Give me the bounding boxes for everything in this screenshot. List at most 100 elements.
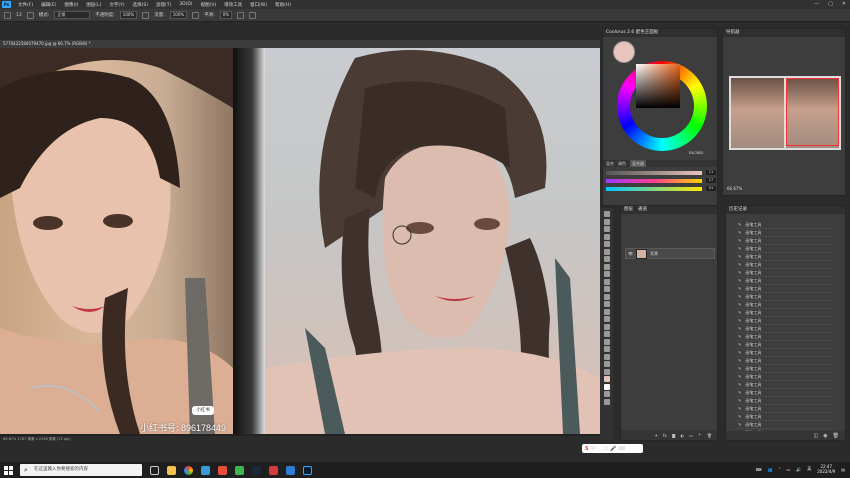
keyboard-icon[interactable]: ⌨ <box>618 446 625 452</box>
rectangle-tool-icon[interactable] <box>603 346 610 352</box>
history-item[interactable]: ✎画笔工具 <box>736 373 834 381</box>
path-selection-tool-icon[interactable] <box>603 338 610 345</box>
menu-plugins[interactable]: 增效工具 <box>220 2 246 8</box>
navigator-view-frame[interactable] <box>786 78 839 146</box>
history-item[interactable]: ✎画笔工具 <box>736 245 834 253</box>
zoom-tool-icon[interactable] <box>603 361 610 367</box>
history-item[interactable]: ✎画笔工具 <box>736 317 834 325</box>
menu-image[interactable]: 图像(I) <box>60 2 82 8</box>
ime-mode[interactable]: 中 <box>591 445 596 452</box>
brush-tool-icon[interactable] <box>603 271 610 277</box>
crop-tool-icon[interactable] <box>603 241 610 247</box>
camera-icon[interactable]: ◉ <box>823 433 827 439</box>
tab-mixer[interactable]: 混合器 <box>630 160 646 167</box>
history-item[interactable]: ✎画笔工具 <box>736 253 834 261</box>
history-item[interactable]: ✎画笔工具 <box>736 261 834 269</box>
notification-icon[interactable]: ▤ <box>841 467 845 472</box>
new-layer-icon[interactable]: ＋ <box>698 432 702 438</box>
brush-tool-preset-icon[interactable] <box>4 11 11 19</box>
history-item[interactable]: ✎画笔工具 <box>736 325 834 333</box>
history-item[interactable]: ✎画笔工具 <box>736 229 834 237</box>
wechat-icon[interactable] <box>235 465 244 475</box>
menu-type[interactable]: 文字(Y) <box>105 2 128 8</box>
airbrush-icon[interactable] <box>192 11 200 19</box>
pen-tool-icon[interactable] <box>603 323 610 330</box>
magic-wand-tool-icon[interactable] <box>603 233 610 240</box>
language-indicator[interactable]: 英 <box>807 466 811 472</box>
slider-3-value[interactable]: 51 <box>706 186 716 191</box>
menu-edit[interactable]: 编辑(E) <box>37 2 60 8</box>
minimize-button[interactable]: — <box>814 1 819 7</box>
history-item[interactable]: ✎画笔工具 <box>736 293 834 301</box>
chrome-icon[interactable] <box>184 465 193 475</box>
opacity-field[interactable]: 100% <box>119 11 138 19</box>
history-item[interactable]: ✎画笔工具 <box>736 421 834 429</box>
fx-icon[interactable]: fx <box>663 433 667 438</box>
mask-icon[interactable]: ◙ <box>672 433 676 438</box>
maximize-button[interactable]: ▢ <box>828 1 833 7</box>
app-icon-1[interactable] <box>201 465 210 475</box>
move-tool-icon[interactable] <box>603 211 610 217</box>
navigator-zoom[interactable]: 66.67% <box>727 186 742 191</box>
history-item[interactable]: ✎画笔工具 <box>736 277 834 285</box>
symmetry-icon[interactable] <box>249 11 257 19</box>
history-item[interactable]: ✎画笔工具 <box>736 221 834 229</box>
task-view-icon[interactable] <box>150 465 159 475</box>
pressure-opacity-icon[interactable] <box>142 11 150 19</box>
flow-field[interactable]: 100% <box>169 11 188 19</box>
clone-stamp-tool-icon[interactable] <box>603 278 610 285</box>
history-item[interactable]: ✎画笔工具 <box>736 349 834 357</box>
photoshop-taskbar-icon[interactable] <box>303 465 312 475</box>
windows-start-icon[interactable] <box>4 465 13 475</box>
slider-1-value[interactable]: 11 <box>706 170 716 175</box>
menu-3d[interactable]: 3D(D) <box>175 2 196 7</box>
smooth-field[interactable]: 0% <box>219 11 233 19</box>
keyboard-tray-icon[interactable]: ⌨ <box>756 467 762 472</box>
chevron-up-icon[interactable]: ˄ <box>778 467 780 472</box>
adjustment-icon[interactable]: ◐ <box>681 433 685 438</box>
blur-tool-icon[interactable] <box>603 308 610 315</box>
hand-tool-icon[interactable] <box>603 353 610 360</box>
link-icon[interactable]: ⚭ <box>655 433 658 438</box>
app-icon-3[interactable] <box>269 465 278 475</box>
app-icon-2[interactable] <box>218 465 227 475</box>
mic-icon[interactable]: 🎤 <box>610 446 616 452</box>
gear-icon[interactable] <box>237 11 245 19</box>
clock[interactable]: 22:47 2022/4/9 <box>817 464 835 474</box>
slider-2[interactable] <box>606 179 702 183</box>
mode-select[interactable]: 正常 <box>54 11 91 19</box>
canvas-area[interactable]: 小红书 小红书号: 896178449 <box>0 48 600 440</box>
menu-help[interactable]: 帮助(H) <box>271 2 295 8</box>
history-item[interactable]: ✎画笔工具 <box>736 341 834 349</box>
eye-icon[interactable]: 👁 <box>628 251 633 256</box>
slider-3[interactable] <box>606 187 702 191</box>
layer-row[interactable]: 👁 背景 <box>625 248 715 259</box>
history-item[interactable]: ✎画笔工具 <box>736 389 834 397</box>
ime-toolbar[interactable]: S 中 ·, ☺ 🎤 ⌨ <box>582 444 643 453</box>
history-item[interactable]: ✎画笔工具 <box>736 269 834 277</box>
menu-select[interactable]: 选择(S) <box>129 2 152 8</box>
slider-2-value[interactable]: 17 <box>706 178 716 183</box>
slider-1[interactable] <box>606 171 702 175</box>
menu-window[interactable]: 窗口(W) <box>246 2 271 8</box>
menu-filter[interactable]: 滤镜(T) <box>152 2 175 8</box>
menu-view[interactable]: 视图(V) <box>197 2 221 8</box>
menu-file[interactable]: 文件(F) <box>14 2 37 8</box>
history-item[interactable]: ✎画笔工具 <box>736 381 834 389</box>
history-item[interactable]: ✎画笔工具 <box>736 285 834 293</box>
close-button[interactable]: ✕ <box>842 1 846 7</box>
frame-tool-icon[interactable] <box>603 248 610 255</box>
history-brush-tool-icon[interactable] <box>603 286 610 292</box>
history-item[interactable]: ✎画笔工具 <box>736 357 834 365</box>
document-tab[interactable]: 5770422584079470.jpg @ 66.7% (RGB/8) * <box>0 40 600 48</box>
tab-mix[interactable]: 混合 <box>606 160 614 167</box>
tab-palette[interactable]: 调色 <box>618 160 626 167</box>
history-item[interactable]: ✎画笔工具 <box>736 237 834 245</box>
hex-value[interactable]: E8C5BD <box>689 151 703 155</box>
steam-icon[interactable] <box>252 465 261 475</box>
history-item[interactable]: ✎画笔工具 <box>736 333 834 341</box>
menu-layer[interactable]: 图层(L) <box>82 2 105 8</box>
taskbar-search[interactable]: 在这里输入你要搜索的内容 <box>20 464 142 476</box>
history-item[interactable]: ✎画笔工具 <box>736 405 834 413</box>
screen-mode-icon[interactable] <box>603 398 610 405</box>
